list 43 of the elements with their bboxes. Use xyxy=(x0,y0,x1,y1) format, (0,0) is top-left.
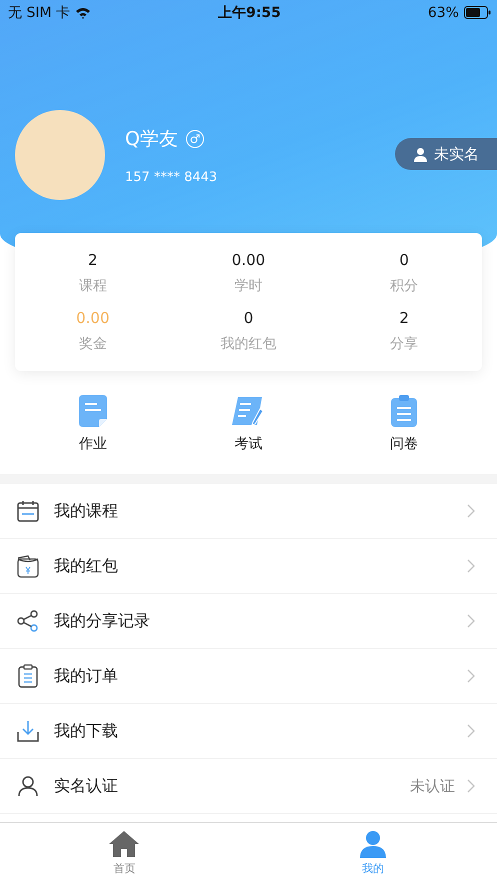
wallet-icon xyxy=(16,554,40,578)
clock-text: 上午9:55 xyxy=(218,4,281,22)
gender-icon: ♂ xyxy=(186,130,204,148)
chevron-icon xyxy=(467,559,475,573)
battery-icon xyxy=(464,6,491,19)
quick-action[interactable]: 作业 xyxy=(22,395,163,456)
stat-label: 积分 xyxy=(390,277,418,295)
quick-action[interactable]: 考试 xyxy=(178,395,318,456)
stat-value: 2 xyxy=(88,251,98,269)
quick-action[interactable]: 问卷 xyxy=(334,395,474,456)
stat-value: 2 xyxy=(399,309,409,327)
stat-value: 0 xyxy=(244,309,254,327)
document-icon xyxy=(78,395,107,427)
stat-value: 0.00 xyxy=(76,309,110,327)
chevron-icon xyxy=(467,504,475,518)
tab-item[interactable]: 首页 xyxy=(0,823,248,883)
stat-label: 分享 xyxy=(390,335,418,353)
stat-label: 课程 xyxy=(78,277,107,295)
clipboard-icon xyxy=(391,395,418,427)
share-icon xyxy=(17,610,39,632)
calendar-icon xyxy=(17,500,39,522)
clipboard-icon xyxy=(18,664,38,688)
user-name: Q学友 xyxy=(125,126,178,152)
stat-label: 学时 xyxy=(234,277,262,295)
carrier-text: 无 SIM 卡 xyxy=(8,4,70,22)
chevron-icon xyxy=(467,614,475,628)
user-icon xyxy=(358,830,387,858)
battery-text: 63% xyxy=(428,4,459,20)
verify-badge[interactable]: 未实名 xyxy=(395,138,497,170)
user-icon xyxy=(17,775,39,797)
wifi-icon xyxy=(75,6,91,18)
stat-label: 我的红包 xyxy=(220,335,276,353)
stat-value: 0.00 xyxy=(232,251,266,269)
stat-label: 奖金 xyxy=(78,335,107,353)
chevron-icon xyxy=(467,669,475,683)
person-icon xyxy=(413,146,428,162)
chevron-icon xyxy=(467,724,475,738)
phone-number: 157 **** 8443 xyxy=(125,170,218,184)
scroll-pen-icon xyxy=(232,395,264,427)
chevron-icon xyxy=(467,779,475,793)
download-icon xyxy=(17,720,39,742)
stat-value: 0 xyxy=(399,251,409,269)
home-icon xyxy=(108,830,140,858)
